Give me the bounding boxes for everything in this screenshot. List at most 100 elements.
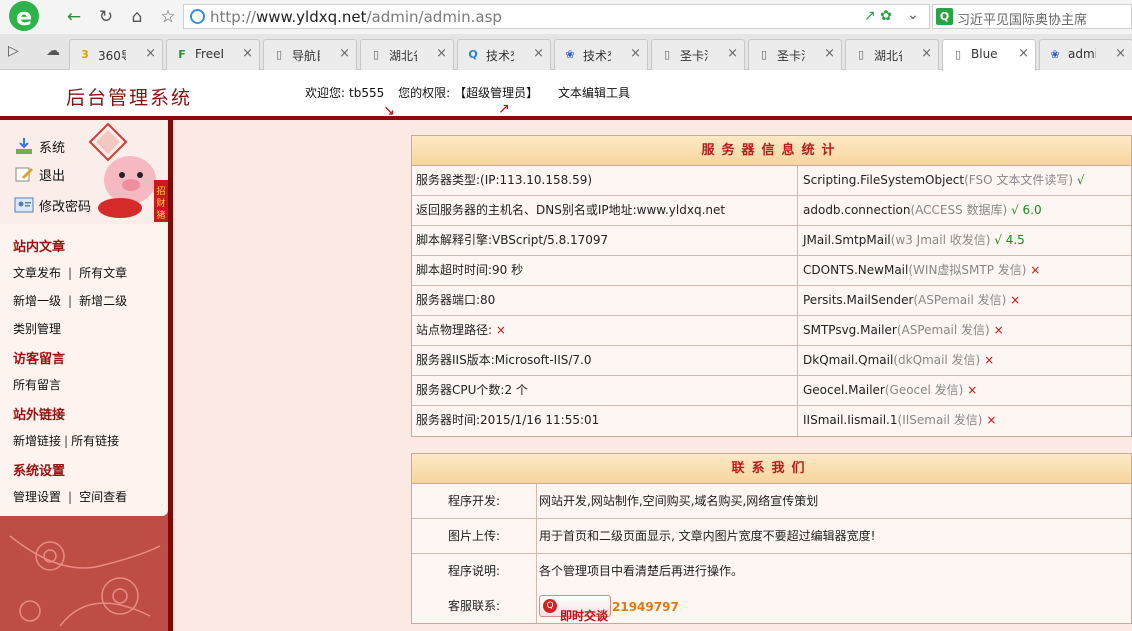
tab-11[interactable]: ❀ admin × [1039, 39, 1132, 70]
link-all-articles[interactable]: 所有文章 [79, 266, 127, 280]
tab-label: 360导航 [98, 49, 126, 63]
tab-strip: ▷ ☁ 3 360导航 × F FreeBuf × ▯ 导航目 × ▯ 湖北省 × Q 技术交 × ❀ 技术交 ×… [0, 34, 1132, 71]
app-header: 后台管理系统 欢迎您: tb555 您的权限: 【超级管理员】 文本编辑工具 ↘ ↗ [0, 71, 1132, 119]
tab-label: 湖北省 [874, 49, 902, 63]
component-name: CDONTS.NewMail [803, 263, 909, 277]
server-info-row: 服务器IIS版本:Microsoft-IIS/7.0 DkQmail.Qmail(… [412, 346, 1131, 376]
tab-8[interactable]: ▯ 圣卡洛 × [748, 39, 842, 70]
tab-4[interactable]: ▯ 湖北省 × [360, 39, 454, 70]
tab-1[interactable]: 3 360导航 × [69, 39, 163, 70]
tab-7[interactable]: ▯ 圣卡洛 × [651, 39, 745, 70]
paw-icon: ❀ [565, 48, 575, 61]
link-publish-article[interactable]: 文章发布 [13, 266, 61, 280]
sidebar-toggle-icon[interactable]: ▷ [8, 43, 19, 59]
server-info-row: 服务器端口:80 Persits.MailSender(ASPemail 发信) … [412, 286, 1131, 316]
browser-logo-icon[interactable]: e [2, 0, 50, 34]
tab-2[interactable]: F FreeBuf × [166, 39, 260, 70]
tab-label: Blue [971, 47, 998, 61]
menu-change-password[interactable]: 修改密码 [14, 191, 91, 219]
close-icon[interactable]: × [921, 46, 932, 61]
search-box[interactable]: Q 习近平见国际奥协主席 [932, 4, 1132, 29]
contact-label: 图片上传: [412, 519, 537, 553]
page-icon: ▯ [760, 48, 768, 61]
page-icon: ▯ [663, 48, 671, 61]
download-icon [16, 138, 32, 154]
sidebar: 招 财 猪 系统 退出 修改密码 站内文章 文章发布 | 所有文章 新增一级 |… [0, 120, 172, 631]
username: tb555 [349, 86, 385, 100]
component-desc: (ASPemail 发信) [913, 293, 1007, 307]
tab-9[interactable]: ▯ 湖北省 × [845, 39, 939, 70]
annotation-arrow-icon: ↗ [498, 101, 510, 117]
tab-5[interactable]: Q 技术交 × [457, 39, 551, 70]
close-icon[interactable]: × [1018, 46, 1029, 61]
menu-logout-label: 退出 [39, 168, 66, 184]
close-icon[interactable]: × [630, 46, 641, 61]
server-info-row: 站点物理路径: × SMTPsvg.Mailer(ASPemail 发信) × [412, 316, 1131, 346]
link-add-link[interactable]: 新增链接 [13, 434, 61, 448]
bookmark-star-icon[interactable]: ☆ [156, 5, 180, 29]
link-add-level1[interactable]: 新增一级 [13, 294, 61, 308]
flower-decoration-icon [9, 535, 161, 627]
contact-value: 各个管理项目中看清楚后再进行操作。 [539, 564, 744, 578]
role-label: 您的权限: [398, 86, 451, 100]
back-button-icon[interactable]: ← [62, 5, 86, 29]
server-info-row: 脚本解释引擎:VBScript/5.8.17097 JMail.SmtpMail(… [412, 226, 1131, 256]
url-bar[interactable]: http://www.yldxq.net/admin/admin.asp ↗ ✿… [183, 4, 930, 29]
server-info-left: 服务器时间:2015/1/16 11:55:01 [416, 413, 600, 427]
cloud-icon[interactable]: ☁ [46, 43, 60, 59]
contact-title: 联系我们 [412, 454, 1131, 484]
share-icon[interactable]: ↗ ✿ [864, 8, 892, 24]
link-all-messages[interactable]: 所有留言 [13, 378, 61, 392]
link-space-view[interactable]: 空间查看 [79, 490, 127, 504]
tab-label: 技术交 [583, 49, 611, 63]
menu-logout[interactable]: 退出 [14, 160, 91, 188]
close-icon[interactable]: × [339, 46, 350, 61]
link-manage-settings[interactable]: 管理设置 [13, 490, 61, 504]
component-desc: (Geocel 发信) [884, 383, 964, 397]
chevron-down-icon[interactable]: ⌄ [907, 7, 919, 23]
component-name: Geocel.Mailer [803, 383, 885, 397]
home-button-icon[interactable]: ⌂ [125, 5, 149, 29]
360-icon: 3 [81, 48, 89, 61]
section-guestbook: 访客留言 [13, 352, 66, 367]
menu-change-password-label: 修改密码 [39, 199, 92, 215]
component-status: × [1010, 293, 1021, 307]
component-status: √ 4.5 [994, 233, 1025, 247]
welcome-label: 欢迎您: [305, 86, 346, 100]
component-desc: (ACCESS 数据库) [910, 203, 1008, 217]
url-text[interactable]: http://www.yldxq.net/admin/admin.asp [210, 8, 502, 26]
close-icon[interactable]: × [145, 46, 156, 61]
contact-table: 联系我们 程序开发: 网站开发,网站制作,空间购买,域名购买,网络宣传策划 图片上传… [411, 453, 1132, 624]
page-icon: ▯ [857, 48, 865, 61]
contact-row: 程序说明: 各个管理项目中看清楚后再进行操作。 [412, 554, 1131, 589]
live-chat-button[interactable]: Q 即时交谈 [539, 595, 611, 623]
tab-10[interactable]: ▯ Blue × [942, 39, 1036, 71]
close-icon[interactable]: × [1115, 46, 1126, 61]
contact-row: 图片上传: 用于首页和二级页面显示, 文章内图片宽度不要超过编辑器宽度! [412, 519, 1131, 554]
search-input[interactable]: 习近平见国际奥协主席 [957, 9, 1087, 28]
refresh-button-icon[interactable]: ↻ [94, 5, 118, 29]
text-editor-tool-link[interactable]: 文本编辑工具 [558, 84, 630, 101]
tab-6[interactable]: ❀ 技术交 × [554, 39, 648, 70]
close-icon[interactable]: × [436, 46, 447, 61]
menu-system[interactable]: 系统 [14, 132, 91, 160]
component-name: DkQmail.Qmail [803, 353, 894, 367]
component-name: IISmail.Iismail.1 [803, 413, 898, 427]
close-icon[interactable]: × [824, 46, 835, 61]
close-icon[interactable]: × [242, 46, 253, 61]
browser-address-bar: e ← ↻ ⌂ ☆ http://www.yldxq.net/admin/adm… [0, 0, 1132, 34]
server-info-row: 返回服务器的主机名、DNS别名或IP地址:www.yldxq.net adodb.… [412, 196, 1131, 226]
link-category-manage[interactable]: 类别管理 [13, 322, 61, 336]
component-name: adodb.connection [803, 203, 911, 217]
close-icon[interactable]: × [533, 46, 544, 61]
status-fail: × [495, 323, 506, 337]
page-icon: ▯ [372, 48, 380, 61]
server-info-left: 脚本解释引擎:VBScript/5.8.17097 [416, 233, 609, 247]
component-status: √ 6.0 [1011, 203, 1042, 217]
paw-icon: ❀ [1050, 48, 1060, 61]
tab-label: admin [1068, 47, 1096, 61]
link-all-links[interactable]: 所有链接 [71, 434, 119, 448]
close-icon[interactable]: × [727, 46, 738, 61]
tab-3[interactable]: ▯ 导航目 × [263, 39, 357, 70]
link-add-level2[interactable]: 新增二级 [79, 294, 127, 308]
